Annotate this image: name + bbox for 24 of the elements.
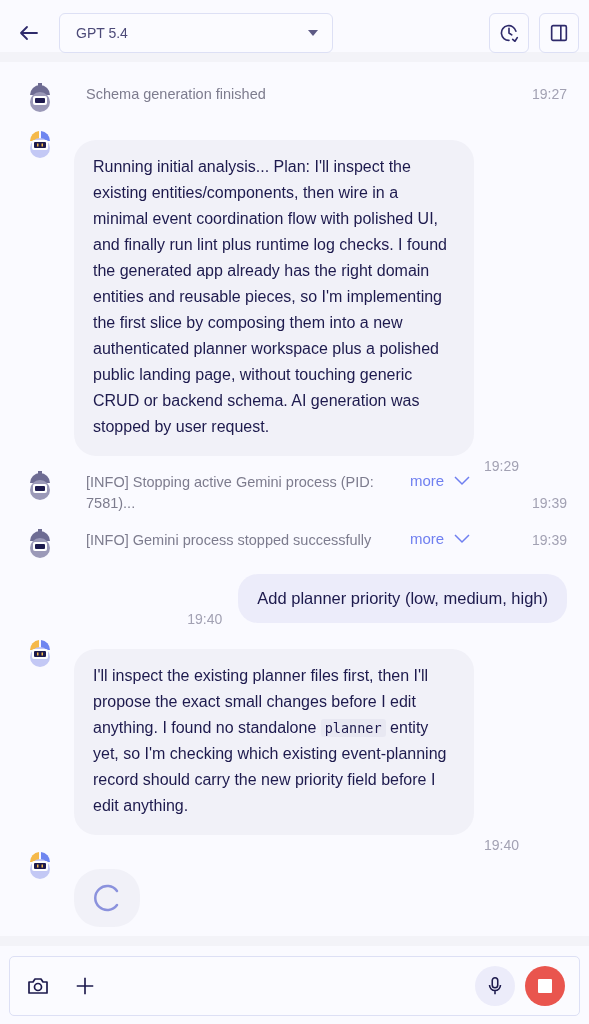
timestamp: 19:39 <box>531 531 567 548</box>
timestamp: 19:40 <box>187 611 223 627</box>
model-dropdown[interactable]: GPT 5.4 <box>59 12 333 53</box>
history-button[interactable] <box>489 12 529 53</box>
sidebar-toggle-button[interactable] <box>539 12 579 53</box>
chevron-down-icon <box>454 475 471 486</box>
log-message: Schema generation finished <box>86 85 267 104</box>
timestamp: 19:29 <box>484 458 520 474</box>
plus-icon[interactable] <box>74 975 96 997</box>
timestamp: 19:40 <box>484 837 520 853</box>
more-toggle[interactable]: more <box>410 472 471 489</box>
timestamp: 19:39 <box>531 494 567 511</box>
chevron-down-icon <box>454 533 471 544</box>
assistant-message: I'll inspect the existing planner files first, then I'll propose the exact small changes before I edit anything. I found no standalone planner entity yet, so I'm checking which existing event-planning record should carry the new priority field before I edit anything. <box>74 649 474 835</box>
stop-button[interactable] <box>525 966 565 1006</box>
stop-icon <box>538 979 552 993</box>
timestamp: 19:27 <box>531 85 567 102</box>
more-toggle[interactable]: more <box>410 530 471 547</box>
log-message: [INFO] Stopping active Gemini process (PID: 7581)... <box>86 473 375 513</box>
user-message: Add planner priority (low, medium, high) <box>238 574 567 623</box>
assistant-message: Running initial analysis... Plan: I'll inspect the existing entities/components, then wire in a minimal event coordination flow with polished UI, and finally run lint plus runtime log checks. I found the generated app already has the right domain entities and reusable pieces, so I'm implementing the first slice by composing them into a new authenticated planner workspace plus a polished public landing page, without touching generic CRUD or backend schema. AI generation was stopped by user request. <box>74 140 474 456</box>
log-message: [INFO] Gemini process stopped successfully <box>86 531 373 550</box>
caret-icon <box>308 29 318 36</box>
microphone-button[interactable] <box>475 966 515 1006</box>
